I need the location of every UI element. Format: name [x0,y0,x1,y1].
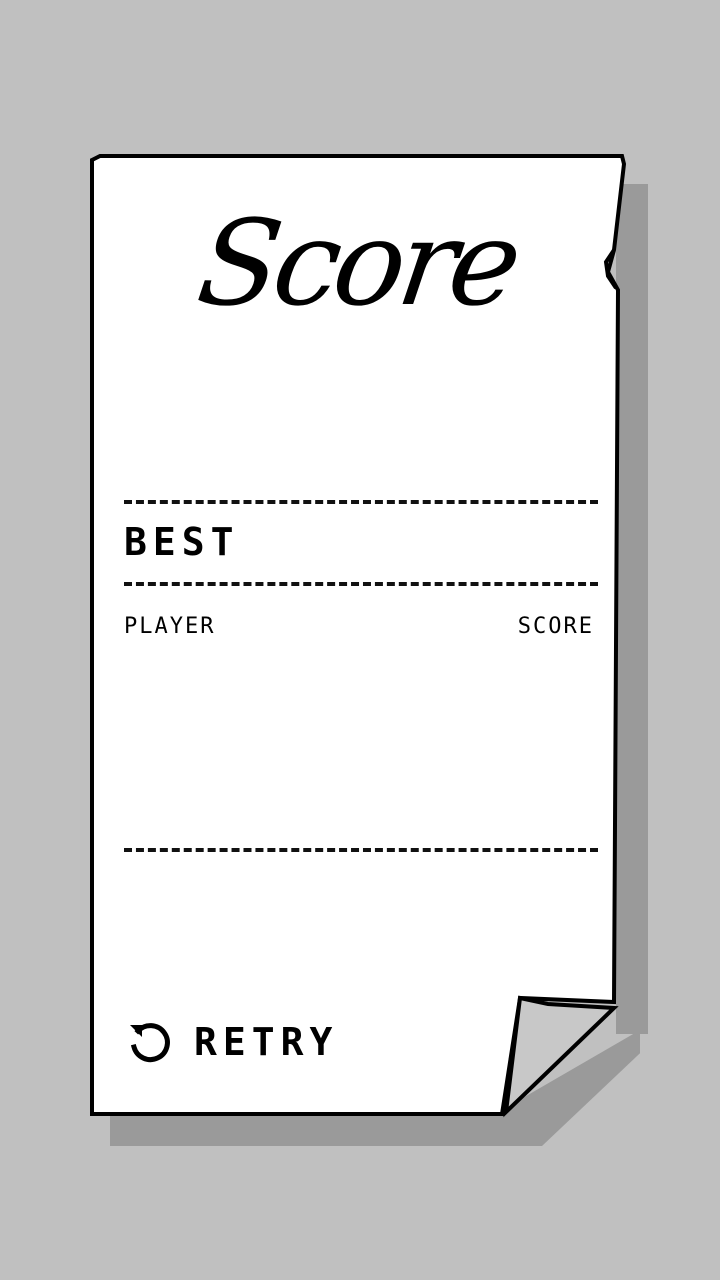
divider-header [124,582,598,586]
column-header-player: PLAYER [124,614,216,639]
folded-corner [503,995,619,1118]
retry-label: RETRY [194,1020,339,1064]
retry-button[interactable]: RETRY [124,1014,338,1070]
column-header-score: SCORE [517,614,594,639]
best-label: BEST [124,520,240,564]
divider-top [124,500,598,504]
game-over-screen: Score BEST PLAYER SCORE RETRY [0,0,720,1280]
divider-bottom [124,848,598,852]
retry-arrow-icon [130,1023,170,1063]
score-title: Score [190,194,524,332]
